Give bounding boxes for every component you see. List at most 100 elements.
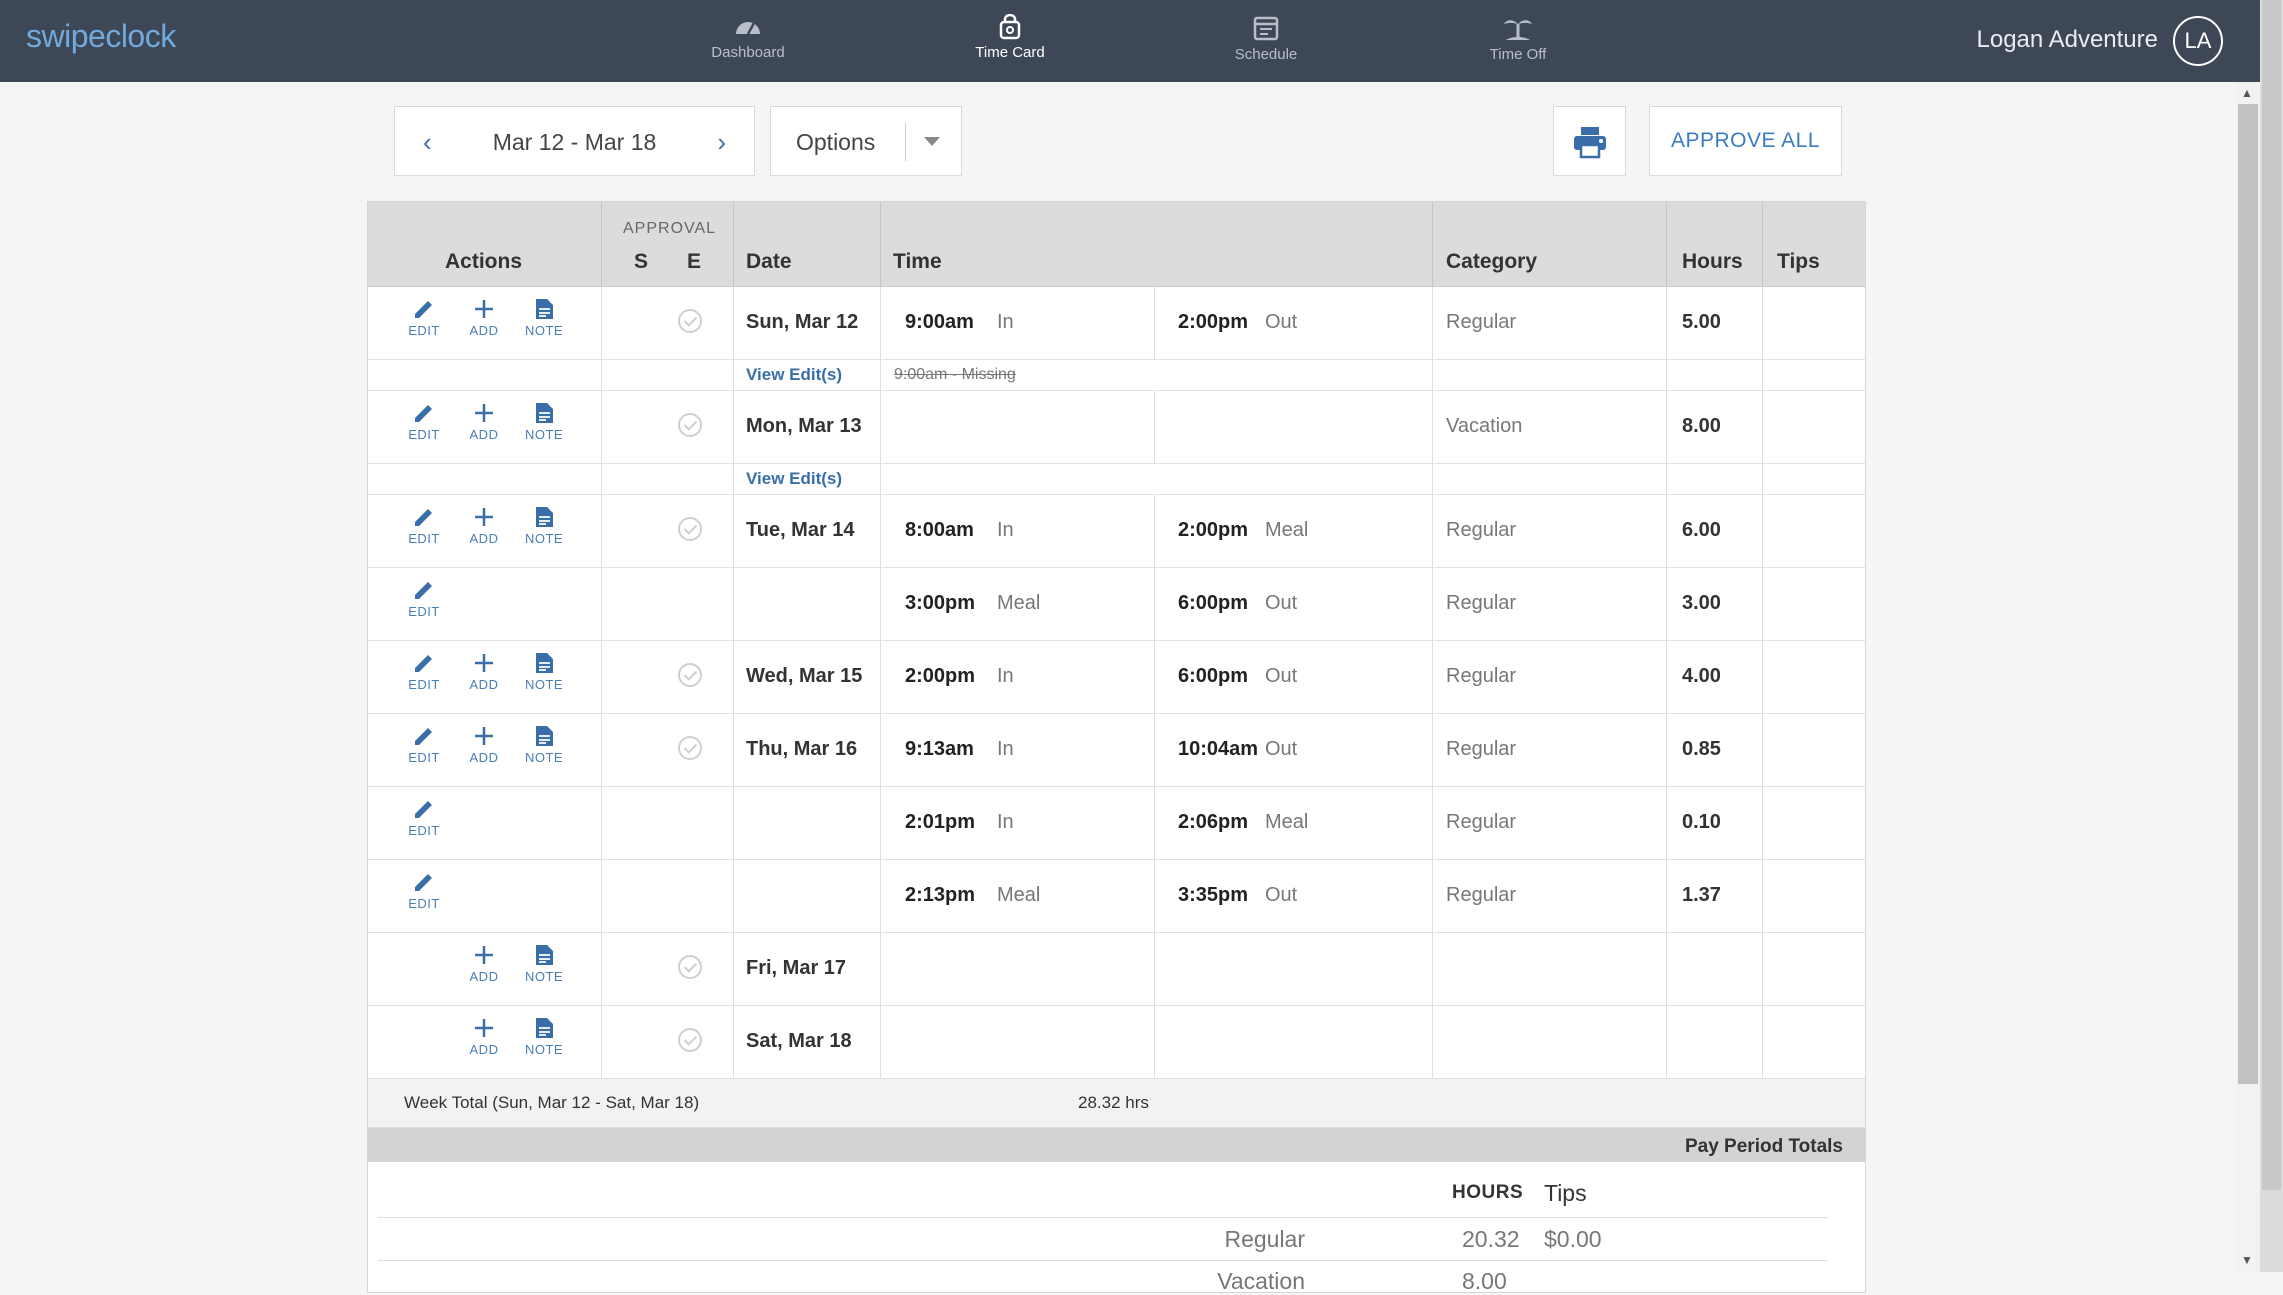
outer-scrollbar[interactable] [2260, 0, 2283, 1272]
pay-period-row-hours: 20.32 [1462, 1226, 1520, 1252]
edit-button[interactable]: EDIT [399, 401, 449, 442]
category: Regular [1446, 738, 1517, 760]
top-bar: swipeclock Dashboard Time Card Schedule … [0, 0, 2283, 82]
options-label: Options [796, 129, 876, 155]
approval-check-icon[interactable] [678, 309, 702, 333]
pay-period-totals: HOURS Tips Regular 20.32 $0.00 Vacation … [368, 1162, 1865, 1294]
row-date: Mon, Mar 13 [746, 415, 862, 437]
time-out-label: Out [1265, 738, 1298, 760]
header-approval: APPROVAL [623, 220, 717, 237]
hours: 0.10 [1682, 811, 1721, 833]
edit-button[interactable]: EDIT [399, 505, 449, 546]
hours: 3.00 [1682, 592, 1721, 614]
category: Regular [1446, 665, 1517, 687]
edit-button[interactable]: EDIT [399, 578, 449, 619]
time-in-label: In [997, 311, 1014, 333]
approval-check-icon[interactable] [678, 955, 702, 979]
note-button[interactable]: NOTE [519, 505, 569, 546]
approval-check-icon[interactable] [678, 736, 702, 760]
pay-period-row-tips: $0.00 [1544, 1226, 1602, 1252]
outer-scrollbar-thumb[interactable] [2262, 0, 2281, 1190]
plus-icon [475, 946, 493, 964]
time-out: 2:00pm [1178, 519, 1249, 541]
note-button[interactable]: NOTE [519, 297, 569, 338]
scroll-up-arrow-icon[interactable]: ▲ [2241, 86, 2253, 100]
caret-down-icon [924, 137, 940, 146]
date-range-picker: ‹ Mar 12 - Mar 18 › [394, 106, 755, 176]
time-in: 2:01pm [905, 811, 976, 833]
add-button[interactable]: ADD [459, 651, 509, 692]
pencil-icon [415, 509, 432, 526]
edit-button[interactable]: EDIT [399, 297, 449, 338]
pencil-icon [415, 301, 432, 318]
nav-time-card[interactable]: Time Card [960, 0, 1060, 82]
time-in: 9:13am [905, 738, 974, 760]
add-button[interactable]: ADD [459, 505, 509, 546]
time-in-label: Meal [997, 592, 1041, 614]
pay-period-title: Pay Period Totals [1684, 1136, 1843, 1157]
user-name[interactable]: Logan Adventure [1977, 26, 2159, 54]
table-row: EDIT ADD NOTE Mon, Mar 13 Vacation 8.00 [368, 391, 1865, 464]
edit-button[interactable]: EDIT [399, 651, 449, 692]
swipeclock-logo[interactable]: swipeclock [26, 18, 176, 55]
note-button[interactable]: NOTE [519, 401, 569, 442]
add-button[interactable]: ADD [459, 297, 509, 338]
edit-button[interactable]: EDIT [399, 870, 449, 911]
time-out: 2:06pm [1178, 811, 1249, 833]
time-in-label: In [997, 519, 1014, 541]
date-range-label[interactable]: Mar 12 - Mar 18 [395, 129, 754, 156]
category: Regular [1446, 811, 1517, 833]
approval-check-icon[interactable] [678, 413, 702, 437]
time-in: 3:00pm [905, 592, 976, 614]
approval-check-icon[interactable] [678, 663, 702, 687]
row-date: Sat, Mar 18 [746, 1030, 852, 1052]
header-date: Date [746, 250, 792, 273]
pencil-icon [415, 655, 432, 672]
header-s: S [634, 250, 649, 273]
note-button[interactable]: NOTE [519, 1016, 569, 1057]
options-dropdown[interactable]: Options [770, 106, 962, 176]
approve-all-button[interactable]: APPROVE ALL [1649, 106, 1842, 176]
print-button[interactable] [1553, 106, 1626, 176]
add-button[interactable]: ADD [459, 1016, 509, 1057]
time-out-label: Out [1265, 665, 1298, 687]
add-button[interactable]: ADD [459, 401, 509, 442]
view-edits-link[interactable]: View Edit(s) [746, 365, 842, 385]
time-in: 2:13pm [905, 884, 976, 906]
table-row: ADD NOTE Fri, Mar 17 [368, 933, 1865, 1006]
category: Regular [1446, 311, 1517, 333]
nav-schedule[interactable]: Schedule [1218, 0, 1314, 82]
pencil-icon [415, 405, 432, 422]
nav-time-off[interactable]: Time Off [1470, 0, 1566, 82]
scrollbar-thumb[interactable] [2238, 104, 2258, 1084]
note-button[interactable]: NOTE [519, 943, 569, 984]
time-out-label: Out [1265, 311, 1298, 333]
note-button[interactable]: NOTE [519, 724, 569, 765]
dashboard-gauge-icon [736, 22, 760, 35]
approval-check-icon[interactable] [678, 1028, 702, 1052]
avatar[interactable]: LA [2173, 16, 2223, 66]
view-edits-link[interactable]: View Edit(s) [746, 469, 842, 489]
add-button[interactable]: ADD [459, 724, 509, 765]
nav-label: Dashboard [711, 44, 785, 61]
approval-check-icon[interactable] [678, 517, 702, 541]
pay-period-row-hours: 8.00 [1462, 1268, 1507, 1294]
add-button[interactable]: ADD [459, 943, 509, 984]
hours: 5.00 [1682, 311, 1721, 333]
hours: 1.37 [1682, 884, 1721, 906]
scroll-down-arrow-icon[interactable]: ▼ [2241, 1253, 2253, 1267]
edit-button[interactable]: EDIT [399, 724, 449, 765]
note-document-icon [536, 299, 553, 319]
header-time: Time [893, 250, 942, 273]
note-button[interactable]: NOTE [519, 651, 569, 692]
next-week-chevron-icon[interactable]: › [717, 127, 726, 158]
edit-button[interactable]: EDIT [399, 797, 449, 838]
time-out: 10:04am [1178, 738, 1259, 760]
category: Regular [1446, 884, 1517, 906]
calendar-icon [1253, 16, 1279, 41]
plus-icon [475, 727, 493, 745]
nav-dashboard[interactable]: Dashboard [700, 0, 796, 82]
time-out: 3:35pm [1178, 884, 1249, 906]
header-actions: Actions [445, 250, 523, 273]
row-date: Fri, Mar 17 [746, 957, 847, 979]
